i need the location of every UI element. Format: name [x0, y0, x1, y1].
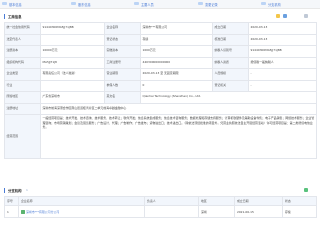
business-info-header: 工商信息 [4, 12, 316, 20]
branch-count: 1 [26, 188, 28, 193]
table-row: 统一社会信用代码 91440300MA5JJ71J8B 企业名称 深圳市***有… [4, 22, 317, 35]
company-name-value[interactable]: 深圳市***有限公司 [140, 22, 213, 35]
english-name-value: Qianhai Technology (Shenzhen) Co., Ltd. [140, 91, 317, 104]
tab-shareholders[interactable]: 股东信息 [71, 2, 91, 7]
table-row: 1 深圳市***有限公司分公司 深圳 2021-06-15 存续 [4, 205, 317, 218]
business-scope-value: 一般经营项目是：技术开发、技术咨询、技术服务、技术转让；软件开发；信息系统集成服… [40, 114, 317, 159]
tab-badge [2, 2, 7, 5]
table-header-row: 序号 企业名称 负责人 地区 成立日期 状态 [4, 196, 317, 206]
table-row: 所属地区 广东省深圳市 英文名 Qianhai Technology (Shen… [4, 91, 317, 104]
download-icon[interactable] [304, 14, 308, 18]
section-title: 分支机构 [8, 189, 22, 193]
business-info-table: 统一社会信用代码 91440300MA5JJ71J8B 企业名称 深圳市***有… [4, 22, 317, 159]
address-value[interactable]: 深圳市前海深港合作区南山街道桂湾片区二单元前海卓越金融中心 [40, 102, 317, 115]
tab-bar: 基本信息 股东信息 主要人员 变更记录 分支机构 [0, 0, 320, 9]
status-badge: 存续 [140, 33, 213, 46]
tab-badge [71, 2, 76, 5]
table-row: 法定代表人 登记状态 存续 核准日期 2020-03-13 [4, 33, 317, 46]
tab-basic-info[interactable]: 基本信息 [2, 2, 22, 7]
section-marker [4, 187, 6, 193]
table-row: 注册地址 深圳市前海深港合作区南山街道桂湾片区二单元前海卓越金融中心 [4, 102, 317, 115]
credit-code-value: 91440300MA5JJ71J8B [40, 22, 105, 35]
legal-rep-value[interactable] [40, 33, 105, 46]
section-title: 工商信息 [8, 15, 22, 19]
branch-header: 分支机构 1 [4, 186, 316, 194]
star-icon[interactable] [276, 14, 280, 18]
tab-branches[interactable]: 分支机构 [261, 2, 281, 7]
tab-badge [261, 2, 266, 5]
status-badge: 存续 [282, 205, 317, 218]
branch-table: 序号 企业名称 负责人 地区 成立日期 状态 1 深圳市***有限公司分公司 深… [4, 196, 317, 218]
tab-badge [134, 2, 139, 5]
table-row: 行业 参保人数 0 登记机关 - [4, 79, 317, 92]
company-logo-icon [21, 209, 25, 214]
tab-change-records[interactable]: 变更记录 [198, 2, 218, 7]
share-icon[interactable] [283, 14, 287, 18]
section-marker [4, 13, 6, 19]
download-icon[interactable] [304, 188, 308, 192]
tab-key-personnel[interactable]: 主要人员 [134, 2, 154, 7]
table-row: 企业类型 有限责任公司（法人独资） 营业期限 2020-03-13 至 无固定期… [4, 68, 317, 81]
tab-badge [198, 2, 203, 5]
branch-name-cell[interactable]: 深圳市***有限公司分公司 [18, 205, 145, 218]
table-row: 经营范围 一般经营项目是：技术开发、技术咨询、技术服务、技术转让；软件开发；信息… [4, 114, 317, 159]
table-row: 注册资本 10000万元 实缴资本 1000万元 纳税人识别号 91440300… [4, 45, 317, 58]
table-row: 组织机构代码 MA5JJ71J8 工商注册号 440300000000000 纳… [4, 56, 317, 69]
